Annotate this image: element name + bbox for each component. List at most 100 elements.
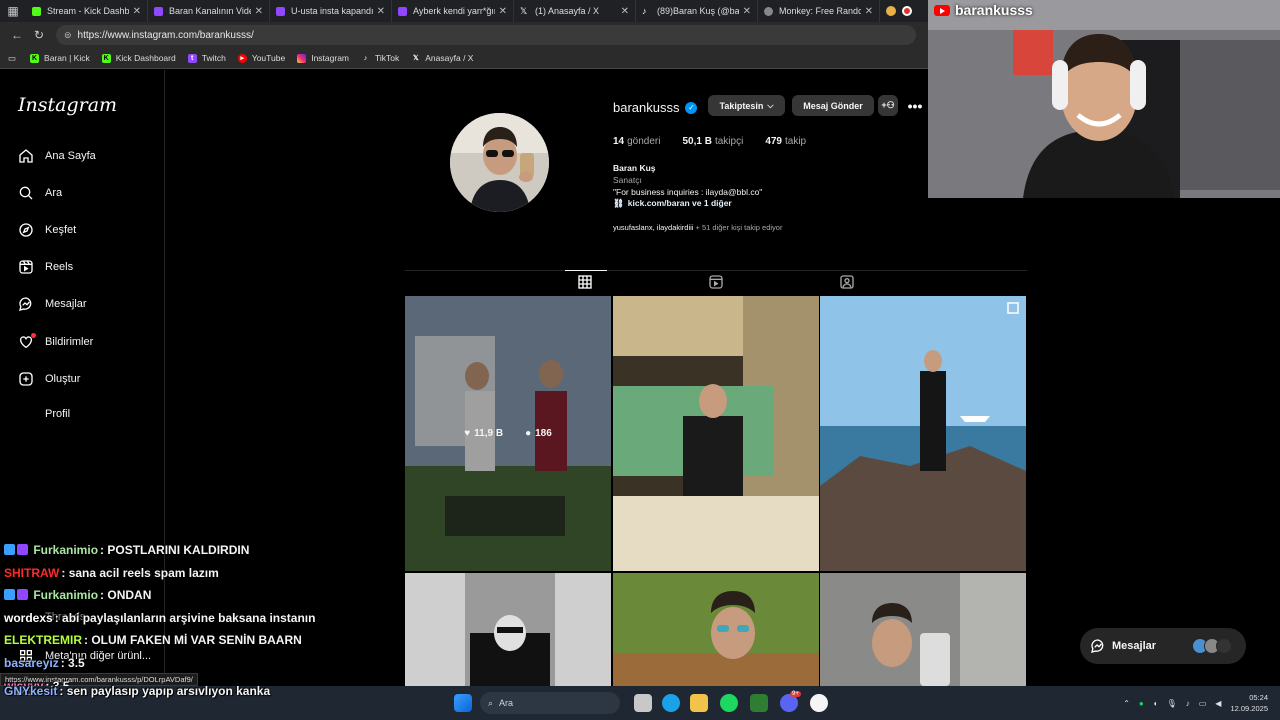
task-view-icon[interactable] — [634, 694, 652, 712]
more-options-button[interactable]: ••• — [905, 95, 925, 116]
instagram-icon — [297, 53, 307, 63]
post-tile[interactable] — [820, 573, 1026, 686]
instagram-logo[interactable]: Instagram — [18, 94, 117, 116]
bio-text: "For business inquiries : ilayda@bbl.co" — [613, 186, 763, 197]
display-icon[interactable]: ▭ — [1199, 699, 1207, 708]
channel-name: barankusss — [955, 2, 1033, 18]
kick-icon: K — [101, 53, 111, 63]
sidebar-item-label: Ara — [45, 187, 63, 199]
chat-message: basareyiz: 3.5 — [4, 656, 85, 670]
sidebar-item-profile[interactable]: Profil — [18, 408, 70, 420]
bookmark-item[interactable]: K Kick Dashboard — [101, 53, 176, 63]
active-tab-indicator — [565, 270, 607, 271]
url-text: https://www.instagram.com/barankusss/ — [77, 29, 254, 41]
send-message-button[interactable]: Mesaj Gönder — [792, 95, 874, 116]
start-button-icon[interactable] — [454, 694, 472, 712]
bookmarks-menu-icon[interactable]: ▭ — [8, 53, 16, 64]
sidebar-item-label: Bildirimler — [45, 336, 94, 348]
browser-tab[interactable]: ♪ (89)Baran Kuş (@baran ✕ — [636, 0, 758, 22]
microphone-icon[interactable]: 🎙 — [1167, 699, 1177, 708]
messages-popup-button[interactable]: Mesajlar — [1080, 628, 1246, 664]
back-arrow-icon[interactable]: ← — [6, 28, 28, 42]
browser-tab[interactable]: Monkey: Free Random ✕ — [758, 0, 880, 22]
close-icon[interactable]: ✕ — [255, 6, 263, 17]
browser-tab[interactable]: Ayberk kendi yarr*ğına ✕ — [392, 0, 514, 22]
sidebar-item-reels[interactable]: Reels — [18, 259, 73, 275]
close-icon[interactable]: ✕ — [743, 6, 751, 17]
chat-text: abi paylaşılanların arşivine baksana ins… — [62, 611, 316, 625]
close-icon[interactable]: ✕ — [865, 6, 873, 17]
reload-icon[interactable]: ↻ — [28, 28, 50, 42]
chrome-icon[interactable] — [810, 694, 828, 712]
sidebar-item-notifications[interactable]: Bildirimler — [18, 333, 94, 350]
chat-message: SHITRAW: sana acil reels spam lazım — [4, 566, 219, 580]
bookmark-item[interactable]: ♪ TikTok — [361, 53, 400, 63]
sidebar-item-explore[interactable]: Keşfet — [18, 222, 76, 238]
youtube-icon: ▸ — [237, 53, 247, 63]
bookmark-item[interactable]: Instagram — [297, 53, 349, 63]
close-icon[interactable]: ✕ — [621, 6, 629, 17]
profile-icon[interactable] — [886, 6, 896, 16]
post-tile[interactable] — [613, 573, 819, 686]
bookmark-item[interactable]: 𝕏 Anasayfa / X — [411, 53, 474, 63]
chat-text: ONDAN — [107, 588, 152, 602]
suggested-users-button[interactable]: +⚇ — [878, 95, 898, 116]
speaker-icon[interactable]: ♪ — [1186, 699, 1190, 708]
sidebar-item-home[interactable]: Ana Sayfa — [18, 148, 96, 164]
bookmark-item[interactable]: ▸ YouTube — [237, 53, 285, 63]
followers-count[interactable]: 50,1 Btakipçi — [682, 136, 743, 147]
sidebar-item-create[interactable]: Oluştur — [18, 371, 80, 387]
tab-actions-icon[interactable]: ▦ — [0, 0, 26, 22]
more-options-icon: ••• — [907, 97, 923, 114]
following-button[interactable]: Takiptesin ⌵ — [708, 95, 785, 116]
followers-label: takipçi — [714, 136, 744, 147]
profile-link[interactable]: ⛓ kick.com/baran ve 1 diğer — [613, 198, 762, 210]
post-tile[interactable] — [820, 296, 1026, 571]
tab-favicon-icon — [32, 6, 41, 16]
reels-tab-icon[interactable] — [708, 274, 724, 290]
following-label: takip — [785, 136, 807, 147]
close-icon[interactable]: ✕ — [133, 6, 141, 17]
browser-tab[interactable]: Stream - Kick Dashboard ✕ — [26, 0, 148, 22]
clock[interactable]: 05:24 12.09.2025 — [1230, 692, 1268, 714]
bookmark-label: Anasayfa / X — [425, 53, 474, 63]
browser-tab[interactable]: 𝕏 (1) Anasayfa / X ✕ — [514, 0, 636, 22]
profile-header: barankusss ✓ — [613, 100, 698, 115]
profile-link-text: kick.com/baran ve 1 diğer — [627, 198, 732, 209]
record-icon[interactable] — [902, 6, 912, 16]
add-person-icon: +⚇ — [881, 100, 895, 110]
taskbar-search[interactable]: ⌕ Ara — [480, 692, 620, 714]
chevron-up-icon[interactable]: ⌃ — [1123, 699, 1130, 708]
volume-mixer-icon[interactable]: ◖ — [1153, 699, 1158, 708]
profile-avatar[interactable] — [450, 113, 549, 212]
sidebar-item-messages[interactable]: Mesajlar — [18, 296, 87, 312]
post-tile[interactable] — [613, 296, 819, 571]
followed-by[interactable]: yusufaslanx, ilaydakirdiii + 51 diğer ki… — [613, 223, 782, 232]
sidebar-item-search[interactable]: Ara — [18, 185, 62, 201]
app-icon[interactable] — [750, 694, 768, 712]
file-explorer-icon[interactable] — [690, 694, 708, 712]
post-tile[interactable] — [405, 573, 611, 686]
post-tile[interactable]: ♥ 11,9 B ● 186 — [405, 296, 611, 571]
chat-message: Furkanimio: ONDAN — [4, 588, 151, 602]
edge-icon[interactable] — [662, 694, 680, 712]
posts-grid-tab-icon[interactable] — [577, 274, 593, 290]
status-dot-icon[interactable]: ● — [1139, 699, 1144, 708]
close-icon[interactable]: ✕ — [499, 6, 507, 17]
volume-icon[interactable]: ◀ — [1215, 699, 1221, 708]
close-icon[interactable]: ✕ — [377, 6, 385, 17]
spotify-icon[interactable] — [720, 694, 738, 712]
tagged-tab-icon[interactable] — [839, 274, 855, 290]
bookmark-item[interactable]: K Baran | Kick — [30, 53, 90, 63]
address-bar[interactable]: ⊜ https://www.instagram.com/barankusss/ — [56, 25, 916, 45]
tiktok-icon: ♪ — [363, 54, 368, 62]
site-info-icon[interactable]: ⊜ — [64, 30, 72, 41]
browser-tab[interactable]: U-usta insta kapandı - ✕ — [270, 0, 392, 22]
chat-message: GNYkesit: sen paylasıp yapıp arsıvlıyon … — [4, 684, 271, 698]
browser-tab[interactable]: Baran Kanalının Videoları ✕ — [148, 0, 270, 22]
bookmark-item[interactable]: t Twitch — [187, 53, 226, 63]
tab-extras — [886, 6, 912, 16]
following-count[interactable]: 479 takip — [765, 136, 806, 147]
messages-label: Mesajlar — [1112, 640, 1157, 652]
posts-count[interactable]: 14 gönderi — [613, 136, 660, 147]
